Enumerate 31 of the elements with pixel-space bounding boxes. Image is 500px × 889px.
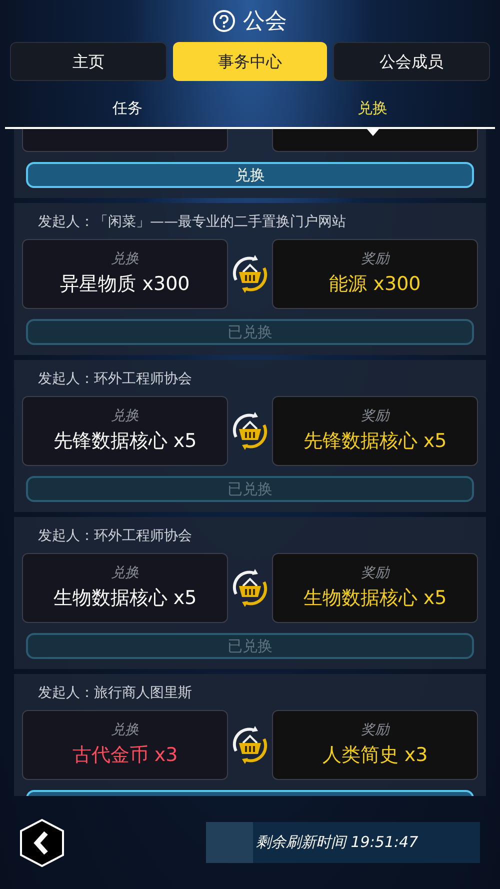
page-title: 公会 — [243, 8, 287, 36]
help-icon[interactable] — [213, 10, 235, 32]
sub-tab[interactable]: 任务 — [5, 89, 250, 127]
reward-item-text: 先锋数据核心 x5 — [303, 429, 447, 454]
reward-label: 奖励 — [361, 250, 389, 270]
tab[interactable]: 事务中心 — [172, 42, 328, 81]
sponsor-text: 发起人：旅行商人图里斯 — [38, 684, 192, 702]
reward-label: 奖励 — [361, 407, 389, 426]
reward-label: 奖励 — [361, 721, 389, 740]
tab[interactable]: 公会成员 — [333, 42, 490, 81]
give-label: 兑换 — [111, 564, 139, 584]
sponsor-text: 发起人：环外工程师协会 — [38, 370, 192, 388]
refresh-timer-text: 剩余刷新时间 19:51:47 — [256, 832, 418, 854]
give-item-text: 生物数据核心 x5 — [53, 586, 197, 612]
reward-label: 奖励 — [361, 564, 389, 584]
timer-slot — [206, 822, 253, 863]
sponsor-text: 发起人：「闲菜」——最专业的二手置换门户网站 — [38, 212, 346, 232]
reward-item-text: 人类简史 x3 — [322, 743, 428, 768]
give-label: 兑换 — [111, 407, 139, 426]
reward-item-text: 生物数据核心 x5 — [303, 586, 447, 612]
back-button[interactable] — [18, 818, 66, 868]
give-item-text: 古代金币 x3 — [72, 743, 178, 768]
sponsor-text: 发起人：环外工程师协会 — [38, 526, 192, 546]
tab[interactable]: 主页 — [10, 42, 167, 81]
redeem-button[interactable]: 兑换 — [26, 162, 474, 188]
sub-tab[interactable]: 兑换 — [250, 89, 495, 127]
give-item-text: 异星物质 x300 — [60, 272, 190, 298]
give-label: 兑换 — [111, 250, 139, 270]
give-item-text: 先锋数据核心 x5 — [53, 429, 197, 454]
reward-item-text: 能源 x300 — [329, 272, 421, 298]
give-label: 兑换 — [111, 721, 139, 740]
